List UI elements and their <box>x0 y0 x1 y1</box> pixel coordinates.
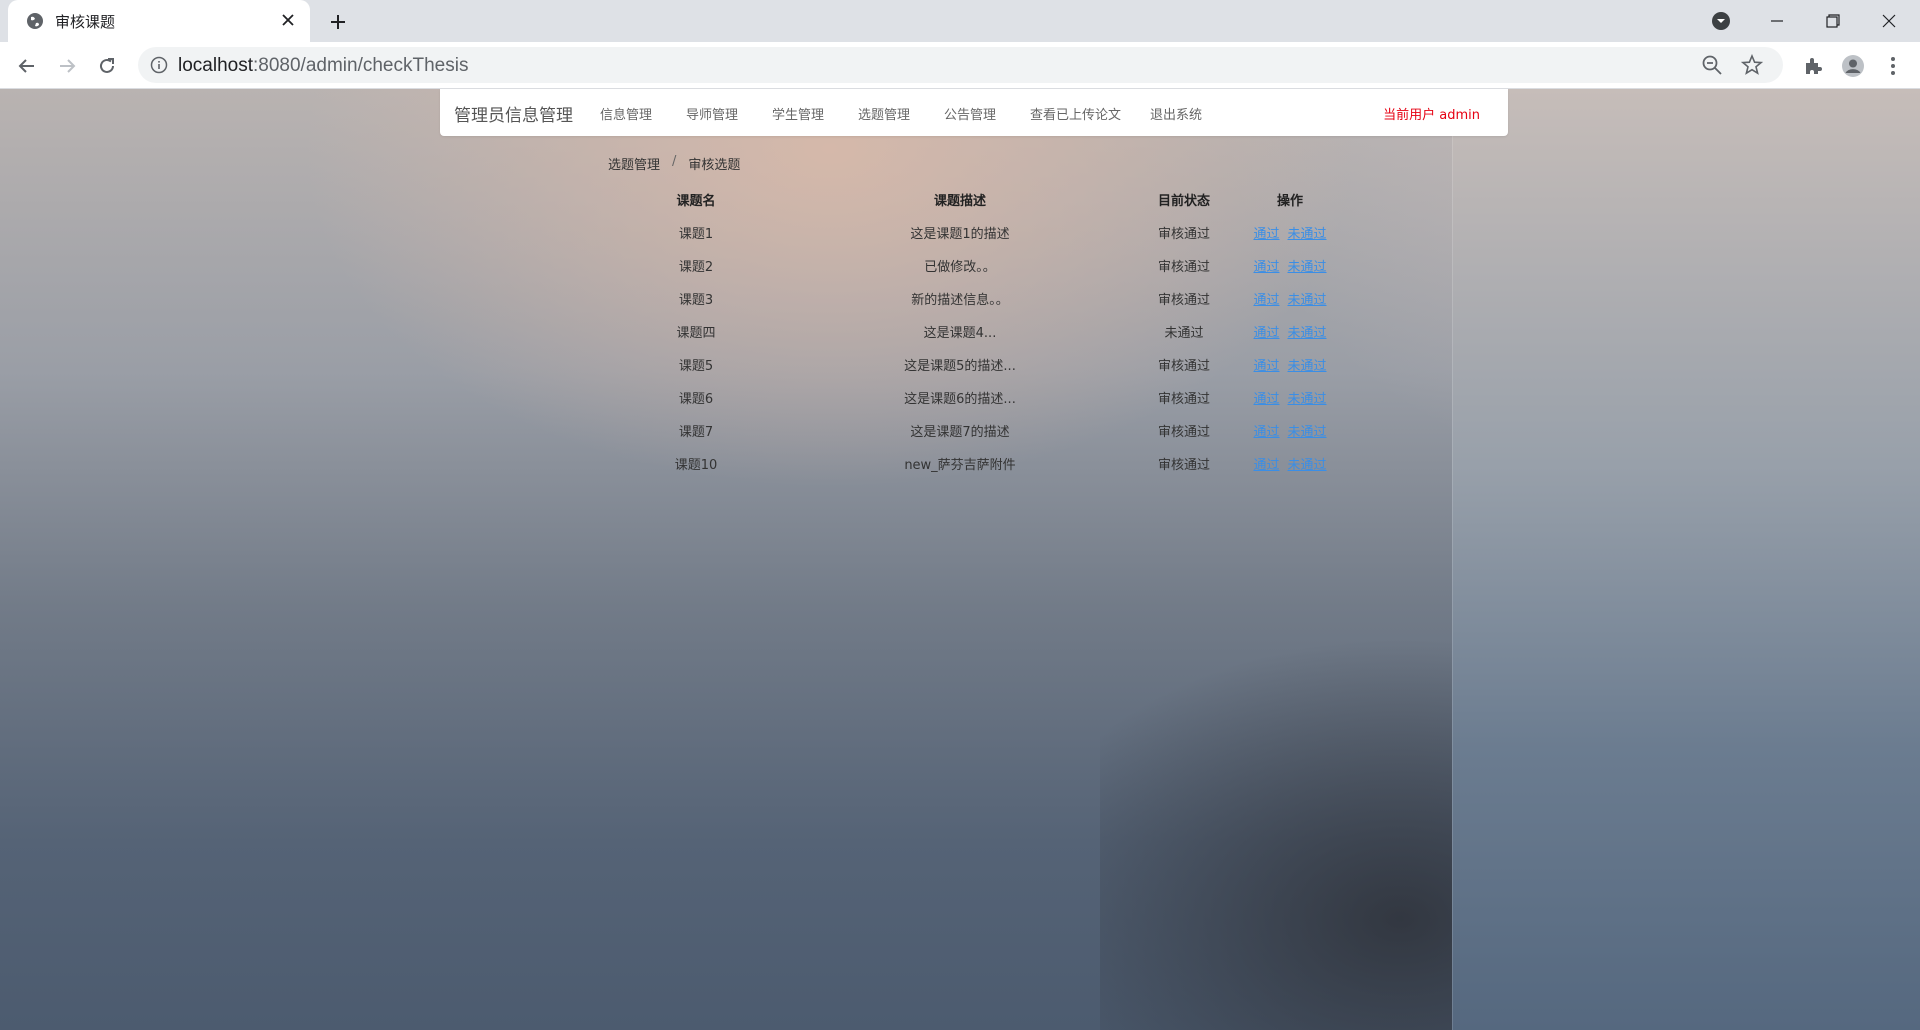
row-actions: 通过 未通过 <box>1220 317 1360 350</box>
menu-view-uploaded-thesis[interactable]: 查看已上传论文 <box>1030 104 1121 123</box>
row-actions: 通过 未通过 <box>1220 284 1360 317</box>
menu-info-management[interactable]: 信息管理 <box>600 104 652 123</box>
table-row: 课题10 new_萨芬吉萨附件 审核通过 通过 未通过 <box>600 449 1327 482</box>
browser-tab[interactable]: 审核课题 <box>8 0 310 42</box>
tab-close-icon[interactable] <box>276 8 300 32</box>
breadcrumb-parent[interactable]: 选题管理 <box>608 154 660 173</box>
topic-name: 课题6 <box>678 392 714 407</box>
header-actions: 操作 <box>1276 194 1303 209</box>
menu-student-management[interactable]: 学生管理 <box>772 104 824 123</box>
approve-link[interactable]: 通过 <box>1253 359 1279 374</box>
topic-name: 课题1 <box>678 227 714 242</box>
profile-avatar-icon[interactable] <box>1840 53 1866 79</box>
row-actions: 通过 未通过 <box>1220 218 1360 251</box>
top-navbar: 管理员信息管理 信息管理 导师管理 学生管理 选题管理 公告管理 查看已上传论文… <box>440 89 1508 136</box>
menu-notice-management[interactable]: 公告管理 <box>944 104 996 123</box>
globe-icon <box>27 13 43 29</box>
header-topic-name: 课题名 <box>676 194 716 209</box>
breadcrumb: 选题管理 / 审核选题 <box>608 154 740 173</box>
table-row: 课题1 这是课题1的描述 审核通过 通过 未通过 <box>600 218 1327 251</box>
back-icon[interactable] <box>11 50 43 82</box>
browser-toolbar: localhost:8080/admin/checkThesis <box>0 42 1920 89</box>
minimize-icon[interactable] <box>1749 0 1805 42</box>
menu-logout[interactable]: 退出系统 <box>1150 104 1202 123</box>
main-content: 选题管理 / 审核选题 课题名 课题描述 目前状态 操作 课题1 这是课题1的描… <box>0 89 1920 1030</box>
reject-link[interactable]: 未通过 <box>1288 359 1327 374</box>
approve-link[interactable]: 通过 <box>1253 227 1279 242</box>
topic-description: 这是课题6的描述... <box>904 392 1016 407</box>
extensions-icon[interactable] <box>1800 53 1826 79</box>
header-topic-description: 课题描述 <box>933 194 986 209</box>
topic-description: 这是课题7的描述 <box>910 425 1010 440</box>
topic-name: 课题3 <box>678 293 714 308</box>
reject-link[interactable]: 未通过 <box>1288 260 1327 275</box>
topic-name: 课题10 <box>674 458 718 473</box>
topic-description: 这是课题4... <box>923 326 997 341</box>
reject-link[interactable]: 未通过 <box>1288 326 1327 341</box>
close-window-icon[interactable] <box>1861 0 1917 42</box>
topic-name: 课题5 <box>678 359 714 374</box>
row-actions: 通过 未通过 <box>1220 449 1360 482</box>
topic-description: new_萨芬吉萨附件 <box>904 458 1016 473</box>
topic-description: 已做修改。。 <box>924 260 996 275</box>
forward-icon[interactable] <box>51 50 83 82</box>
row-actions: 通过 未通过 <box>1220 383 1360 416</box>
page-viewport: 管理员信息管理 信息管理 导师管理 学生管理 选题管理 公告管理 查看已上传论文… <box>0 89 1920 1030</box>
approve-link[interactable]: 通过 <box>1253 260 1279 275</box>
reload-icon[interactable] <box>91 50 123 82</box>
reject-link[interactable]: 未通过 <box>1288 227 1327 242</box>
approve-link[interactable]: 通过 <box>1253 293 1279 308</box>
address-bar[interactable]: localhost:8080/admin/checkThesis <box>138 47 1783 83</box>
tab-search-icon[interactable] <box>1709 9 1733 33</box>
restore-icon[interactable] <box>1805 0 1861 42</box>
approve-link[interactable]: 通过 <box>1253 458 1279 473</box>
topic-description: 这是课题1的描述 <box>910 227 1010 242</box>
menu-teacher-management[interactable]: 导师管理 <box>686 104 738 123</box>
menu-topic-management[interactable]: 选题管理 <box>858 104 910 123</box>
breadcrumb-separator: / <box>672 154 677 169</box>
table-row: 课题6 这是课题6的描述... 审核通过 通过 未通过 <box>600 383 1327 416</box>
reject-link[interactable]: 未通过 <box>1288 425 1327 440</box>
row-actions: 通过 未通过 <box>1220 251 1360 284</box>
approve-link[interactable]: 通过 <box>1253 392 1279 407</box>
table-row: 课题四 这是课题4... 未通过 通过 未通过 <box>600 317 1326 350</box>
row-actions: 通过 未通过 <box>1220 350 1360 383</box>
approve-link[interactable]: 通过 <box>1253 425 1279 440</box>
zoom-icon[interactable] <box>1701 54 1723 76</box>
reject-link[interactable]: 未通过 <box>1288 293 1327 308</box>
table-header-row: 课题名 课题描述 目前状态 操作 <box>600 185 1320 218</box>
topic-description: 这是课题5的描述... <box>904 359 1016 374</box>
table-row: 课题5 这是课题5的描述... 审核通过 通过 未通过 <box>600 350 1327 383</box>
reject-link[interactable]: 未通过 <box>1288 458 1327 473</box>
info-icon[interactable] <box>150 56 168 74</box>
browser-tab-bar: 审核课题 <box>0 0 1920 42</box>
row-actions: 通过 未通过 <box>1220 416 1360 449</box>
topic-name: 课题2 <box>678 260 714 275</box>
approve-link[interactable]: 通过 <box>1253 326 1279 341</box>
table-row: 课题7 这是课题7的描述 审核通过 通过 未通过 <box>600 416 1327 449</box>
current-user: 当前用户 admin <box>1383 108 1480 123</box>
url-text: localhost:8080/admin/checkThesis <box>178 55 469 76</box>
brand-title[interactable]: 管理员信息管理 <box>454 101 573 126</box>
browser-menu-icon[interactable] <box>1880 53 1906 79</box>
table-row: 课题2 已做修改。。 审核通过 通过 未通过 <box>600 251 1327 284</box>
topic-name: 课题四 <box>676 326 716 341</box>
breadcrumb-current: 审核选题 <box>688 158 741 173</box>
topic-description: 新的描述信息。。 <box>911 293 1009 308</box>
table-row: 课题3 新的描述信息。。 审核通过 通过 未通过 <box>600 284 1327 317</box>
reject-link[interactable]: 未通过 <box>1288 392 1327 407</box>
bookmark-star-icon[interactable] <box>1741 54 1763 76</box>
new-tab-icon[interactable] <box>324 8 352 36</box>
tab-title: 审核课题 <box>55 13 116 31</box>
topic-name: 课题7 <box>678 425 714 440</box>
topic-review-table: 课题名 课题描述 目前状态 操作 课题1 这是课题1的描述 审核通过 通过 未通过… <box>600 185 1327 482</box>
